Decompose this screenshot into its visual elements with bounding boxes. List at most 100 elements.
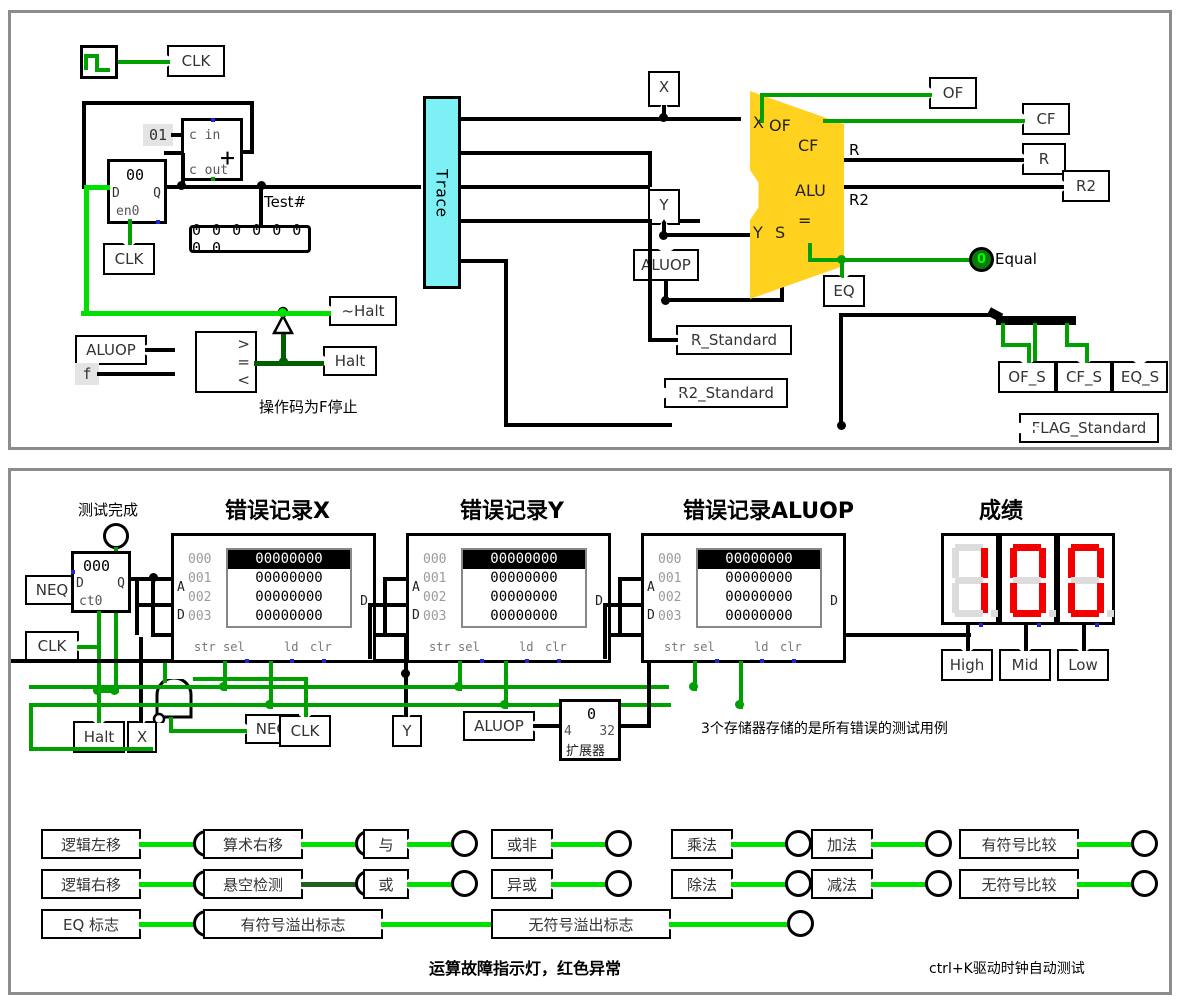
trace-module[interactable]: Trace: [423, 96, 461, 289]
pin-eq-s[interactable]: EQ_S: [1112, 361, 1168, 393]
indicator-led-8[interactable]: [605, 830, 632, 857]
pin-clk-top[interactable]: CLK: [167, 45, 225, 77]
indicator-tag-6[interactable]: 与: [363, 829, 409, 859]
probe-eq[interactable]: EQ: [823, 275, 865, 307]
wire-alu-r2: [844, 185, 1064, 189]
wire-alu-eq: [808, 258, 976, 262]
indicator-tag-9[interactable]: 异或: [491, 869, 553, 899]
adder-module[interactable]: c in c out +: [181, 118, 243, 181]
pin-r2-out-label: R2: [1076, 177, 1096, 195]
indicator-label-11: 乘法: [686, 835, 717, 854]
indicator-tag-7[interactable]: 或: [363, 869, 409, 899]
trace-out-1: [460, 117, 741, 121]
pin-clk-register[interactable]: CLK: [103, 243, 155, 275]
pin-halt[interactable]: Halt: [323, 346, 377, 376]
indicator-wire-13: [871, 842, 927, 847]
pin-flag-standard[interactable]: FLAG_Standard: [1019, 413, 1159, 443]
indicator-tag-16[interactable]: 无符号比较: [959, 869, 1079, 899]
alu-out-of-label: OF: [769, 116, 791, 135]
indicator-wire-15: [1077, 842, 1133, 847]
indicator-wire-3: [301, 842, 357, 847]
pin-r2-out[interactable]: R2: [1062, 170, 1110, 202]
indicator-led-14[interactable]: [925, 870, 952, 897]
alu-in-s-label: S: [775, 223, 786, 242]
pin-aluop-halt[interactable]: ALUOP: [75, 335, 147, 365]
indicator-tag-13[interactable]: 加法: [811, 829, 873, 859]
indicator-wire-0: [139, 842, 195, 847]
indicator-led-12[interactable]: [785, 870, 812, 897]
pin-of-s[interactable]: OF_S: [998, 361, 1056, 393]
pin-not-halt[interactable]: ~Halt: [329, 296, 397, 326]
indicator-label-7: 或: [378, 875, 394, 894]
comparator-module[interactable]: > = <: [195, 331, 257, 393]
equal-label: Equal: [995, 250, 1037, 268]
pin-of-s-label: OF_S: [1008, 368, 1046, 386]
indicator-label-1: 逻辑右移: [60, 875, 121, 894]
alu-out-r2-label: R2: [849, 191, 869, 209]
indicator-led-10[interactable]: [787, 910, 814, 937]
pin-aluop-halt-label: ALUOP: [86, 341, 136, 359]
pin-r2-standard-label: R2_Standard: [678, 384, 774, 402]
indicator-tag-3[interactable]: 算术右移: [203, 829, 303, 859]
pin-r2-standard[interactable]: R2_Standard: [664, 378, 788, 408]
indicator-label-0: 逻辑左移: [60, 835, 121, 854]
wire-enable-feedback-v: [84, 189, 89, 313]
flag-bit2-down: [1085, 343, 1089, 363]
indicator-tag-10[interactable]: 无符号溢出标志: [491, 909, 671, 939]
testnum-display: 0 0 0 0 0 0 0 0: [189, 221, 311, 257]
indicator-tag-11[interactable]: 乘法: [671, 829, 733, 859]
indicator-led-9[interactable]: [605, 870, 632, 897]
indicator-wire-16: [1077, 882, 1133, 887]
indicator-tag-8[interactable]: 或非: [491, 829, 553, 859]
pin-r-out[interactable]: R: [1022, 143, 1066, 175]
indicator-tag-1[interactable]: 逻辑右移: [41, 869, 141, 899]
indicator-tag-5[interactable]: 有符号溢出标志: [203, 909, 383, 939]
indicator-tag-2[interactable]: EQ 标志: [41, 909, 141, 939]
indicator-wire-5: [381, 922, 501, 927]
register-module[interactable]: 00 D Q en0: [107, 159, 167, 224]
pin-of-out[interactable]: OF: [929, 77, 977, 109]
node-flag: [837, 421, 846, 430]
indicator-label-9: 异或: [506, 875, 537, 894]
indicator-wire-7: [407, 882, 453, 887]
probe-aluop[interactable]: ALUOP: [633, 249, 699, 281]
constant-01-label: 01: [148, 126, 168, 144]
indicator-tag-15[interactable]: 有符号比较: [959, 829, 1079, 859]
pin-cf-out-label: CF: [1036, 110, 1056, 128]
trace-out-2: [460, 151, 650, 155]
pin-cf-s[interactable]: CF_S: [1056, 361, 1112, 393]
indicator-tag-12[interactable]: 除法: [671, 869, 733, 899]
pin-cf-out[interactable]: CF: [1022, 103, 1070, 135]
register-value: 00: [126, 166, 145, 184]
indicator-tag-4[interactable]: 悬空检测: [203, 869, 303, 899]
indicator-label-10: 无符号溢出标志: [528, 915, 634, 934]
trace-out5-drop: [504, 259, 508, 427]
indicator-tag-14[interactable]: 减法: [811, 869, 873, 899]
indicator-tag-0[interactable]: 逻辑左移: [41, 829, 141, 859]
alu-out-r-label: R: [849, 141, 860, 159]
indicator-led-15[interactable]: [1131, 830, 1158, 857]
constant-f-label: f: [82, 365, 92, 383]
indicator-label-4: 悬空检测: [222, 875, 283, 894]
indicator-wire-14: [871, 882, 927, 887]
indicator-led-16[interactable]: [1131, 870, 1158, 897]
pin-of-out-label: OF: [942, 84, 964, 102]
clock-source[interactable]: [80, 45, 118, 79]
probe-x[interactable]: X: [648, 71, 680, 107]
pin-r-standard[interactable]: R_Standard: [676, 325, 792, 355]
wire-alu-of-up: [760, 93, 764, 123]
flag-bit1-v: [1033, 323, 1037, 363]
wire-y-to-alu: [664, 233, 750, 237]
wire-flag-left: [839, 313, 843, 425]
indicator-led-7[interactable]: [451, 870, 478, 897]
indicator-led-6[interactable]: [451, 830, 478, 857]
equal-led[interactable]: 0: [969, 247, 994, 272]
indicator-led-11[interactable]: [785, 830, 812, 857]
top-panel-datapath: CLK 01 c in c out + 00 D Q en0 CLK Test#…: [8, 10, 1172, 450]
indicator-label-8: 或非: [506, 835, 537, 854]
indicator-led-13[interactable]: [925, 830, 952, 857]
register-q-pin: Q: [153, 186, 161, 201]
pin-r-standard-label: R_Standard: [690, 331, 778, 349]
equal-led-value: 0: [976, 252, 987, 267]
node-nothalt: [278, 308, 287, 317]
